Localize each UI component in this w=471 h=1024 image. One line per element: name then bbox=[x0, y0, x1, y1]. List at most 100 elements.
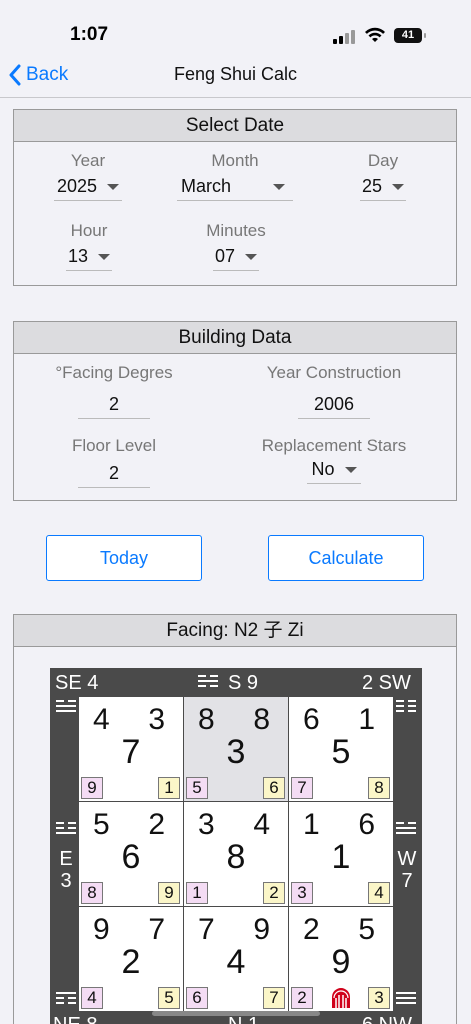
select-date-title: Select Date bbox=[14, 110, 456, 142]
chevron-down-icon bbox=[344, 467, 357, 474]
water-star: 7 bbox=[148, 913, 165, 946]
replacement-stars-field: Replacement Stars No bbox=[249, 436, 419, 484]
year-construction-field: Year Construction 2006 bbox=[254, 363, 414, 419]
monthly-star-badge: 4 bbox=[368, 882, 390, 904]
annual-star-badge: 9 bbox=[81, 777, 103, 799]
water-star: 1 bbox=[358, 703, 375, 736]
month-picker[interactable]: March bbox=[177, 175, 293, 201]
facing-degrees-field: °Facing Degres 2 bbox=[44, 363, 184, 419]
trigram-se-icon bbox=[56, 700, 76, 715]
day-field: Day 25 bbox=[343, 151, 423, 201]
mountain-star: 4 bbox=[93, 703, 110, 736]
mountain-star: 3 bbox=[198, 808, 215, 841]
corner-nw-label: 6 NW bbox=[362, 1014, 412, 1024]
annual-star-badge: 3 bbox=[291, 882, 313, 904]
east-label: E3 bbox=[59, 848, 73, 892]
cellular-signal-icon bbox=[333, 30, 357, 44]
monthly-star-badge: 7 bbox=[263, 987, 285, 1009]
monthly-star-badge: 2 bbox=[263, 882, 285, 904]
mountain-star: 2 bbox=[303, 913, 320, 946]
floor-level-input[interactable]: 2 bbox=[78, 462, 150, 488]
corner-ne-label: NE 8 bbox=[53, 1014, 97, 1024]
palace-nw: 2 5 9 2 3 bbox=[289, 907, 393, 1011]
corner-sw-label: 2 SW bbox=[362, 672, 411, 694]
trigram-w-icon bbox=[396, 822, 416, 837]
mountain-star: 9 bbox=[93, 913, 110, 946]
period-star: 8 bbox=[226, 838, 246, 876]
palace-ne: 9 7 2 4 5 bbox=[79, 907, 183, 1011]
status-bar: 1:07 41 bbox=[0, 0, 471, 60]
monthly-star-badge: 3 bbox=[368, 987, 390, 1009]
water-star: 2 bbox=[148, 808, 165, 841]
hour-field: Hour 13 bbox=[54, 221, 124, 271]
year-picker[interactable]: 2025 bbox=[54, 175, 122, 201]
hour-label: Hour bbox=[70, 221, 108, 240]
palace-center: 34 8 12 bbox=[184, 802, 288, 906]
west-label: W7 bbox=[397, 848, 417, 892]
facing-degrees-label: °Facing Degres bbox=[55, 363, 173, 382]
annual-star-badge: 6 bbox=[186, 987, 208, 1009]
replacement-stars-label: Replacement Stars bbox=[261, 436, 407, 455]
annual-star-badge: 5 bbox=[186, 777, 208, 799]
wifi-icon bbox=[365, 27, 385, 42]
mountain-star: 5 bbox=[93, 808, 110, 841]
year-label: Year bbox=[70, 151, 106, 170]
minutes-picker[interactable]: 07 bbox=[213, 245, 259, 271]
month-label: Month bbox=[211, 151, 259, 170]
trigram-e-icon bbox=[56, 822, 76, 837]
monthly-star-badge: 5 bbox=[158, 987, 180, 1009]
corner-s-label: S 9 bbox=[228, 672, 259, 694]
replacement-stars-picker[interactable]: No bbox=[307, 458, 361, 484]
water-star: 6 bbox=[358, 808, 375, 841]
annual-star-badge: 7 bbox=[291, 777, 313, 799]
minutes-field: Minutes 07 bbox=[196, 221, 276, 271]
home-indicator bbox=[152, 1011, 320, 1016]
period-star: 9 bbox=[331, 943, 351, 981]
facing-degrees-input[interactable]: 2 bbox=[78, 393, 150, 419]
hour-picker[interactable]: 13 bbox=[66, 245, 112, 271]
water-star: 4 bbox=[253, 808, 270, 841]
year-construction-input[interactable]: 2006 bbox=[298, 393, 370, 419]
chevron-down-icon bbox=[392, 184, 405, 191]
front-door-icon bbox=[332, 988, 350, 1008]
facing-title: Facing: N2 子 Zi bbox=[14, 615, 456, 647]
trigram-ne-icon bbox=[56, 992, 76, 1007]
mountain-star: 6 bbox=[303, 703, 320, 736]
palace-s: 8 8 3 5 6 bbox=[184, 697, 288, 801]
calculate-button[interactable]: Calculate bbox=[268, 535, 424, 581]
minutes-label: Minutes bbox=[206, 221, 266, 240]
monthly-star-badge: 9 bbox=[158, 882, 180, 904]
corner-se-label: SE 4 bbox=[55, 672, 99, 694]
annual-star-badge: 2 bbox=[291, 987, 313, 1009]
monthly-star-badge: 1 bbox=[158, 777, 180, 799]
palace-n: 7 9 4 6 7 bbox=[184, 907, 288, 1011]
day-picker[interactable]: 25 bbox=[360, 175, 406, 201]
month-field: Month March bbox=[170, 151, 300, 201]
palace-sw: 6 1 5 7 8 bbox=[289, 697, 393, 801]
water-star: 5 bbox=[358, 913, 375, 946]
navigation-bar: Back Feng Shui Calc bbox=[0, 60, 471, 98]
mountain-star: 8 bbox=[198, 703, 215, 736]
chevron-down-icon bbox=[98, 254, 111, 261]
water-star: 3 bbox=[148, 703, 165, 736]
period-star: 7 bbox=[121, 733, 141, 771]
palace-e: 5 2 6 8 9 bbox=[79, 802, 183, 906]
period-star: 2 bbox=[121, 943, 141, 981]
chevron-down-icon bbox=[273, 184, 285, 190]
chevron-down-icon bbox=[107, 184, 120, 191]
water-star: 9 bbox=[253, 913, 270, 946]
floor-level-label: Floor Level bbox=[71, 436, 157, 455]
mountain-star: 7 bbox=[198, 913, 215, 946]
today-button[interactable]: Today bbox=[46, 535, 202, 581]
mountain-star: 1 bbox=[303, 808, 320, 841]
period-star: 4 bbox=[226, 943, 246, 981]
battery-icon: 41 bbox=[394, 28, 426, 43]
period-star: 6 bbox=[121, 838, 141, 876]
period-star: 5 bbox=[331, 733, 351, 771]
chevron-down-icon bbox=[245, 254, 258, 261]
year-construction-label: Year Construction bbox=[266, 363, 402, 382]
monthly-star-badge: 6 bbox=[263, 777, 285, 799]
period-star: 1 bbox=[331, 838, 351, 876]
floor-level-field: Floor Level 2 bbox=[44, 436, 184, 488]
year-field: Year 2025 bbox=[48, 151, 128, 201]
